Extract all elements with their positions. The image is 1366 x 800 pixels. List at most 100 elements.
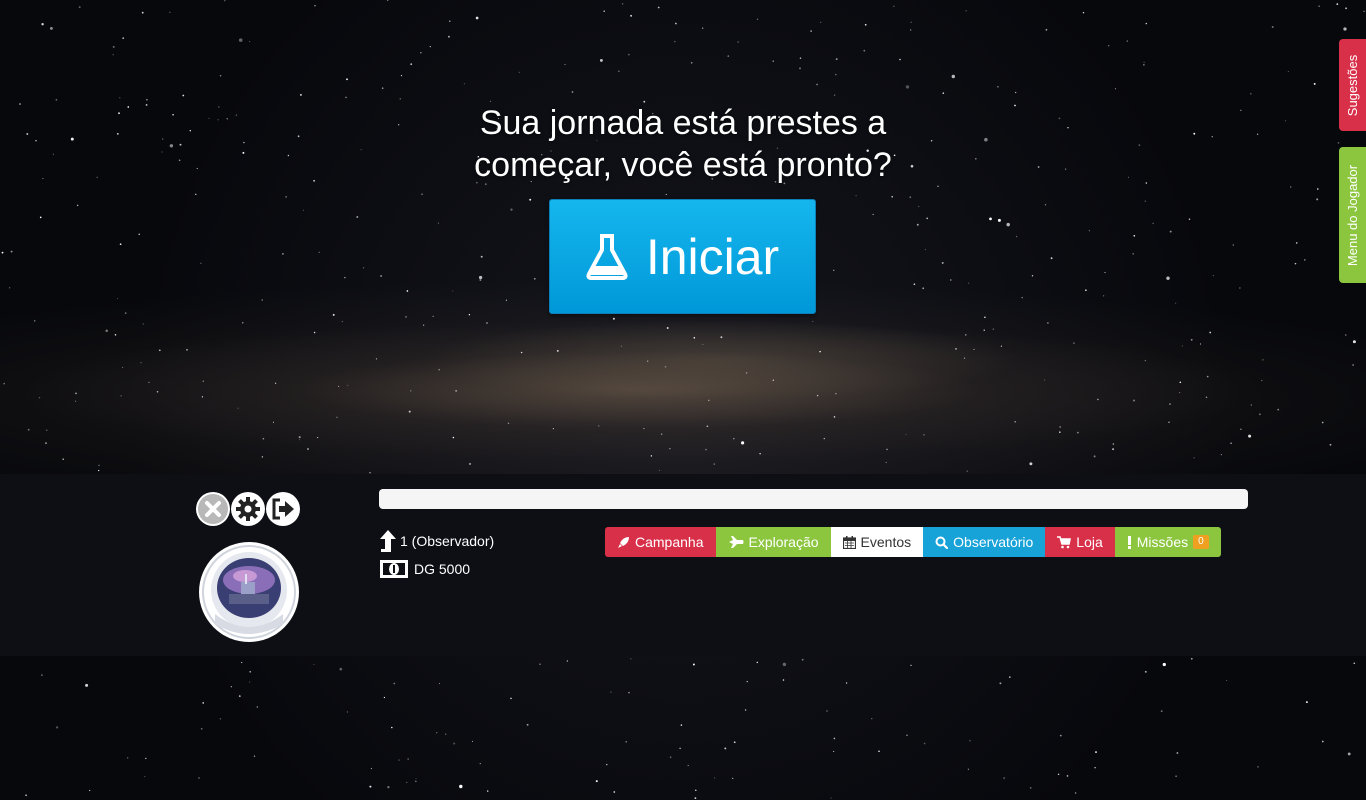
star <box>941 261 944 264</box>
star <box>520 351 523 354</box>
star <box>253 755 256 757</box>
logout-button[interactable] <box>266 492 300 526</box>
star <box>937 185 939 188</box>
campaign-label: Campanha <box>635 534 704 550</box>
star <box>724 747 727 750</box>
star <box>905 85 910 89</box>
star <box>317 437 319 439</box>
star <box>161 151 163 153</box>
calendar-icon <box>842 535 856 549</box>
star <box>949 279 952 281</box>
star <box>675 22 677 25</box>
suggestions-tab-label: Sugestões <box>1345 54 1360 116</box>
close-button[interactable] <box>196 492 230 526</box>
campaign-button[interactable]: Campanha <box>605 527 716 557</box>
star <box>1179 381 1182 384</box>
start-button[interactable]: Iniciar <box>549 199 816 314</box>
star <box>732 777 734 780</box>
star <box>659 469 661 471</box>
star <box>1166 276 1170 280</box>
star <box>1037 166 1040 168</box>
star <box>381 87 384 89</box>
star <box>118 112 120 115</box>
star <box>145 757 147 760</box>
star <box>820 21 822 23</box>
exploration-button[interactable]: Exploração <box>715 527 831 557</box>
star <box>1095 751 1097 754</box>
star <box>816 83 819 86</box>
avatar[interactable] <box>199 542 299 642</box>
star <box>1257 766 1259 768</box>
headline-line-2: começar, você está pronto? <box>474 146 892 184</box>
star <box>478 275 483 280</box>
events-button[interactable]: Eventos <box>830 527 924 557</box>
star <box>1271 26 1274 28</box>
star <box>1176 752 1179 754</box>
star <box>643 427 645 430</box>
star <box>49 26 53 30</box>
star <box>298 436 301 439</box>
shop-button[interactable]: Loja <box>1045 527 1115 557</box>
star <box>1000 345 1002 347</box>
observatory-button[interactable]: Observatório <box>923 527 1046 557</box>
star <box>380 275 382 277</box>
star <box>487 790 489 792</box>
star <box>386 0 389 1</box>
star <box>196 167 198 170</box>
game-navigation: Campanha Exploração Eventos Observatório… <box>605 527 1221 557</box>
star <box>1029 462 1033 466</box>
player-menu-tab[interactable]: Menu do Jogador <box>1339 147 1366 283</box>
star <box>1261 379 1263 382</box>
events-label: Eventos <box>860 534 912 550</box>
star <box>886 448 888 451</box>
star <box>1284 120 1287 122</box>
exclamation-icon <box>1127 535 1132 549</box>
star <box>1193 457 1195 459</box>
player-level: 1 (Observador) <box>379 529 494 553</box>
star <box>226 118 228 120</box>
star <box>968 282 970 284</box>
star <box>916 223 919 226</box>
star <box>871 718 873 720</box>
star <box>1059 734 1062 737</box>
star <box>720 336 723 339</box>
missions-button[interactable]: Missões 0 <box>1114 527 1221 557</box>
star <box>564 63 566 66</box>
suggestions-tab[interactable]: Sugestões <box>1339 39 1366 131</box>
star <box>200 727 203 730</box>
star <box>169 144 174 148</box>
star <box>127 106 130 108</box>
star <box>362 267 365 269</box>
star <box>298 439 301 441</box>
star <box>1145 22 1148 25</box>
star <box>1066 775 1069 777</box>
star <box>398 759 400 761</box>
star <box>1343 27 1347 31</box>
star <box>566 660 569 662</box>
star <box>606 763 608 766</box>
star <box>1133 234 1136 237</box>
star <box>1206 375 1209 378</box>
star <box>41 674 43 676</box>
star <box>122 366 124 368</box>
star <box>34 320 36 322</box>
star <box>1082 11 1085 14</box>
star <box>1152 222 1154 225</box>
settings-button[interactable] <box>231 492 265 526</box>
star <box>1044 204 1047 206</box>
star <box>262 437 265 440</box>
star <box>810 30 812 32</box>
star <box>999 682 1002 685</box>
star <box>1256 133 1259 135</box>
star <box>1250 404 1252 406</box>
star <box>1126 40 1128 42</box>
player-currency: DG 5000 <box>379 559 470 579</box>
star <box>878 750 880 753</box>
star <box>1199 343 1202 345</box>
star <box>52 153 54 155</box>
star <box>924 248 926 251</box>
star <box>475 16 479 20</box>
star <box>833 737 836 740</box>
star <box>984 316 986 319</box>
star <box>318 251 320 253</box>
